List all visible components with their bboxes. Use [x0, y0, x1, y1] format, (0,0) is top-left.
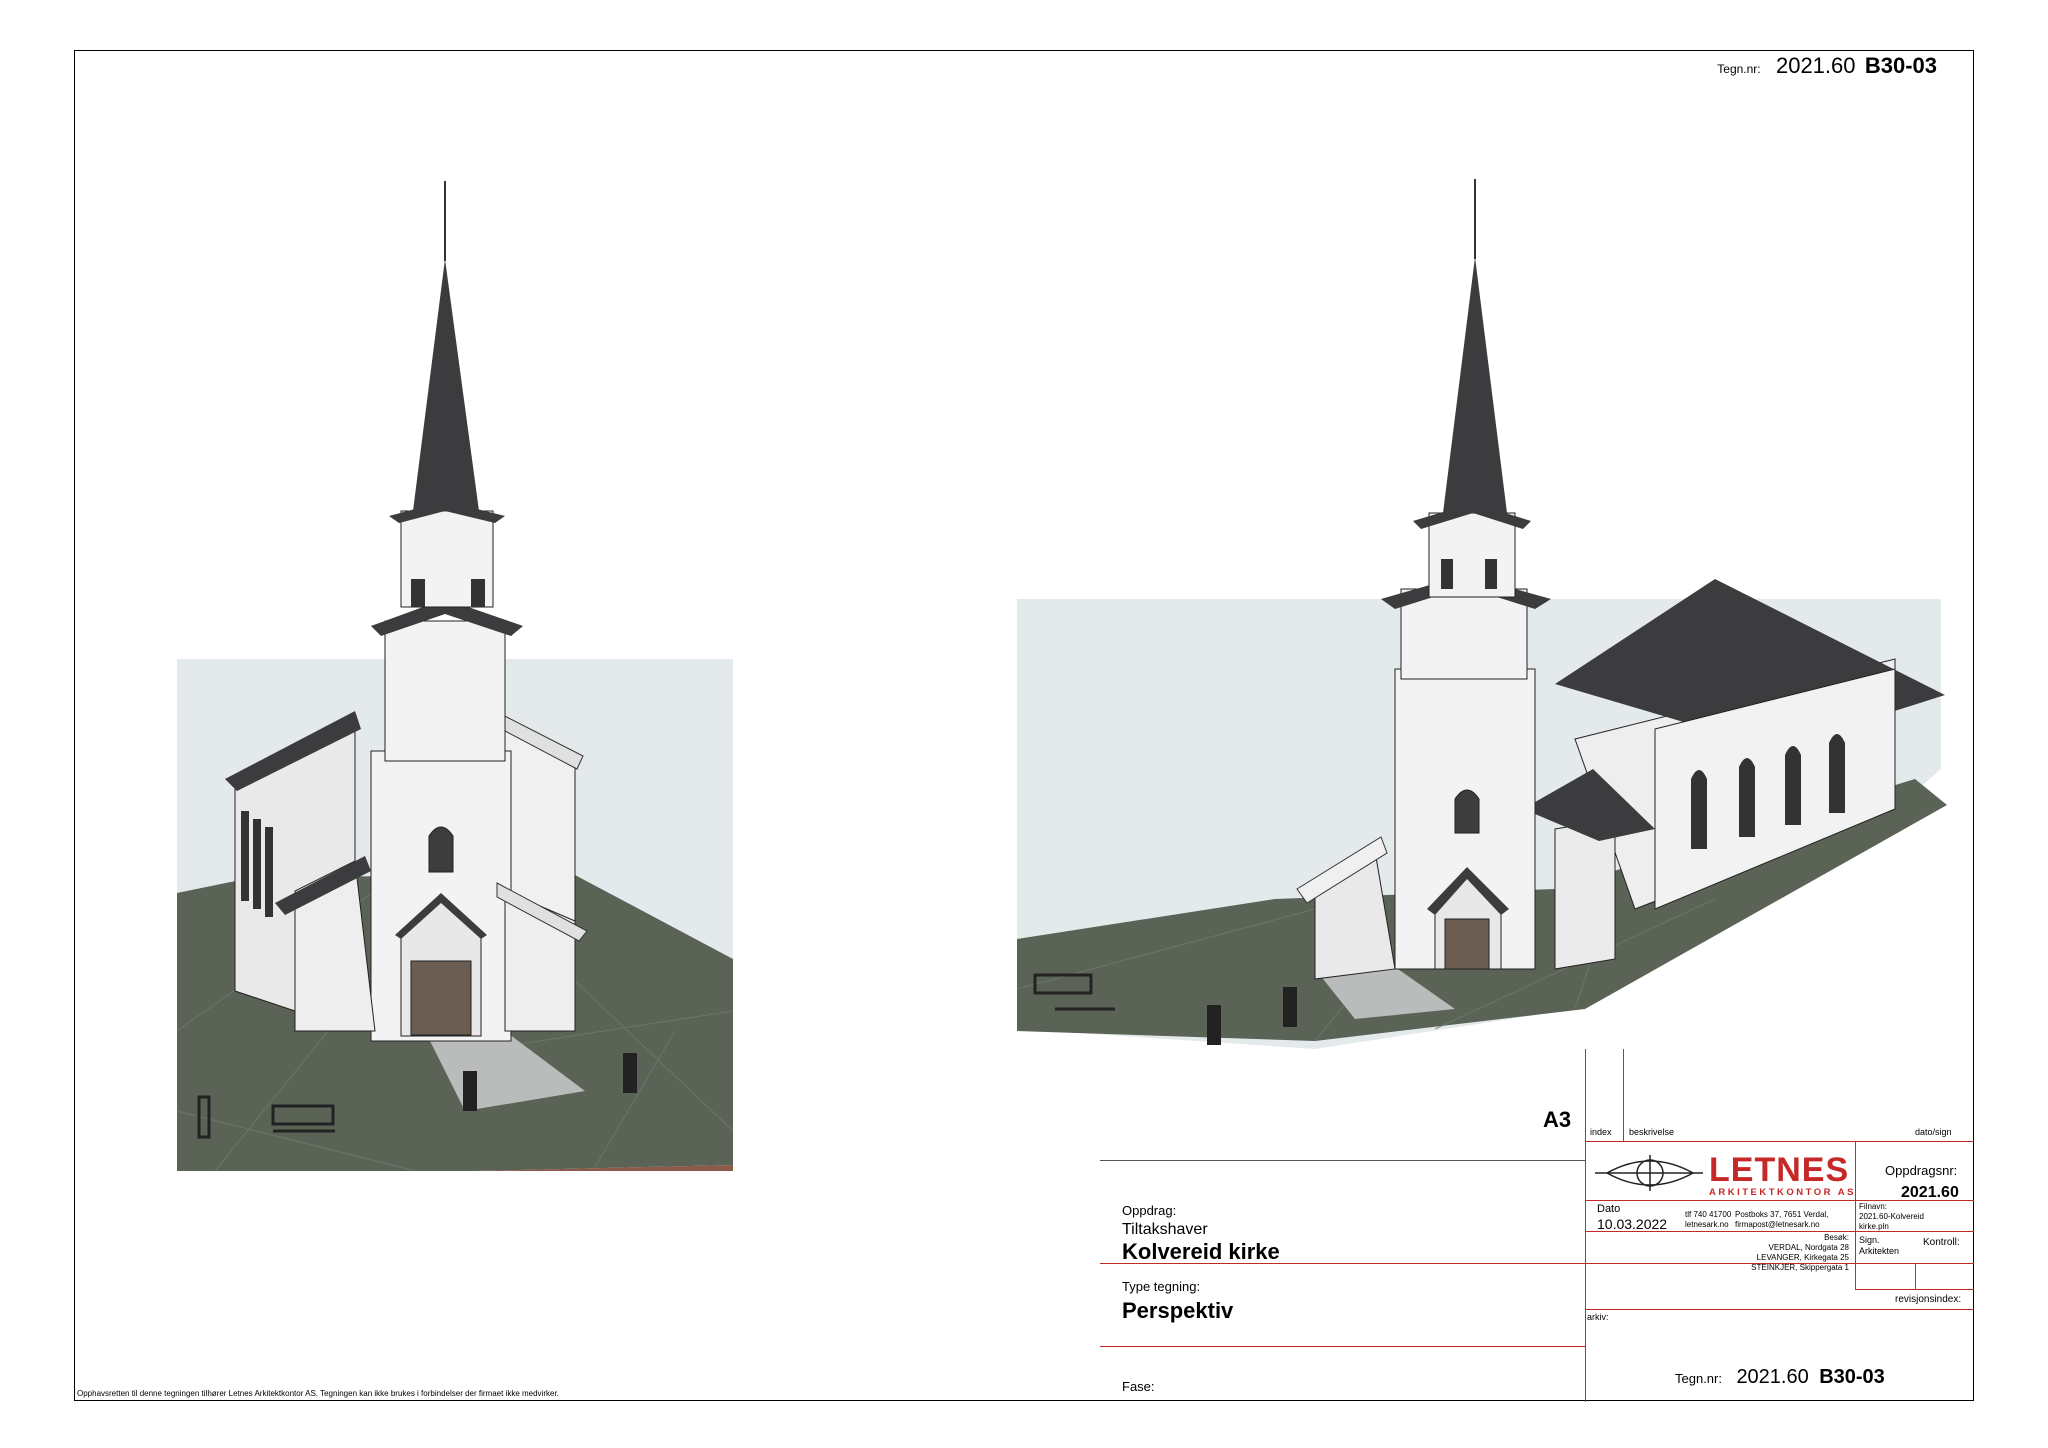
phone: tlf 740 41700 [1685, 1210, 1732, 1219]
logo-subtitle: ARKITEKTKONTOR AS [1709, 1187, 1856, 1198]
postal-address: Postboks 37, 7651 Verdal, [1735, 1210, 1829, 1219]
tb-divider [1585, 1049, 1586, 1402]
col-date-sign-label: dato/sign [1915, 1127, 1952, 1137]
type-tegning-value: Perspektiv [1122, 1298, 1234, 1323]
besok-verdal: VERDAL, Nordgata 28 [1768, 1243, 1850, 1252]
project-name: Kolvereid kirke [1122, 1239, 1280, 1264]
tegn-code-bottom: B30-03 [1819, 1366, 1885, 1388]
filnavn-value-2: kirke.pln [1859, 1222, 1889, 1231]
tb-divider [1585, 1141, 1974, 1142]
copyright-notice: Opphavsretten til denne tegningen tilhør… [77, 1389, 559, 1398]
paper-format: A3 [1543, 1107, 1572, 1132]
dato-value: 10.03.2022 [1597, 1216, 1668, 1232]
oppdragsnr-value: 2021.60 [1901, 1184, 1959, 1201]
revisjonsindex-label: revisjonsindex: [1895, 1294, 1962, 1305]
tb-divider [1915, 1263, 1916, 1289]
letnes-eye-logo-icon [1595, 1155, 1703, 1191]
tb-divider [1585, 1309, 1974, 1310]
tb-divider [1100, 1346, 1585, 1347]
website: letnesark.no [1685, 1220, 1729, 1229]
besok-steinkjer: STEINKJER, Skippergata 1 [1751, 1263, 1849, 1272]
tiltakshaver: Tiltakshaver [1122, 1221, 1208, 1238]
dato-label: Dato [1597, 1203, 1621, 1215]
tb-divider [1100, 1160, 1585, 1161]
tegn-label: Tegn.nr: [1717, 62, 1761, 76]
sign-label: Sign. [1859, 1235, 1880, 1245]
tegn-number-bottom: 2021.60 [1736, 1366, 1809, 1388]
drawing-sheet: Tegn.nr: 2021.60 B30-03 A3 index beskriv… [74, 50, 1974, 1402]
church-perspective-side [1016, 179, 1947, 1049]
tb-divider [1623, 1049, 1624, 1141]
besok-levanger: LEVANGER, Kirkegata 25 [1756, 1253, 1849, 1262]
tegn-label-bottom: Tegn.nr: [1675, 1371, 1722, 1386]
type-tegning-label: Type tegning: [1122, 1279, 1201, 1294]
email: firmapost@letnesark.no [1735, 1220, 1820, 1229]
arkiv-label: arkiv: [1587, 1312, 1609, 1322]
logo-name: LETNES [1709, 1151, 1850, 1189]
fase-label: Fase: [1122, 1379, 1155, 1394]
col-description-label: beskrivelse [1629, 1127, 1675, 1137]
oppdrag-label: Oppdrag: [1122, 1203, 1177, 1218]
sign-value: Arkitekten [1859, 1246, 1900, 1256]
church-perspective-front [176, 181, 734, 1171]
oppdragsnr-label: Oppdragsnr: [1885, 1163, 1958, 1178]
col-index-label: index [1590, 1127, 1612, 1137]
filnavn-label: Filnavn: [1859, 1202, 1888, 1211]
tegn-code: B30-03 [1864, 53, 1937, 78]
filnavn-value-1: 2021.60-Kolvereid [1859, 1212, 1924, 1221]
tegn-number: 2021.60 [1775, 53, 1856, 78]
kontroll-label: Kontroll: [1923, 1237, 1960, 1248]
besok-label: Besøk: [1824, 1233, 1849, 1242]
tb-divider [1855, 1289, 1974, 1290]
drawing-number-top: Tegn.nr: 2021.60 B30-03 [1717, 53, 1937, 79]
tb-divider [1855, 1141, 1856, 1289]
drawing-number-bottom: Tegn.nr: 2021.60 B30-03 [1675, 1366, 1885, 1389]
